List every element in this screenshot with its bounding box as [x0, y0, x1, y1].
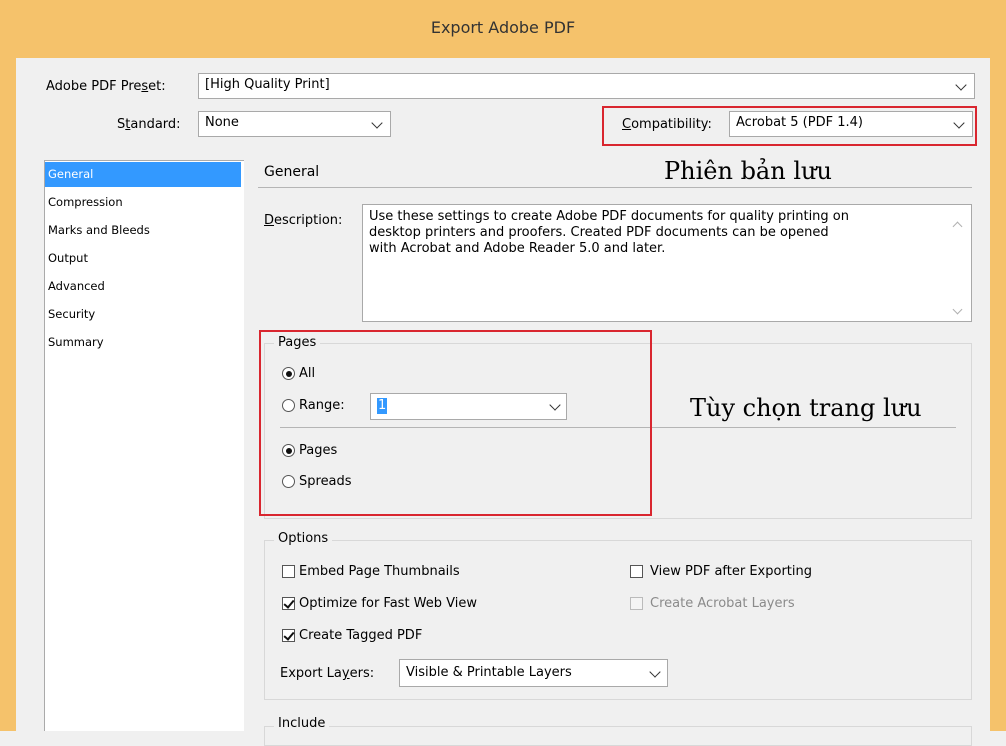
standard-dropdown[interactable]: None [198, 111, 391, 137]
optimize-web-checkbox[interactable] [282, 597, 295, 610]
sidebar-item-marks-and-bleeds[interactable]: Marks and Bleeds [45, 218, 241, 243]
scroll-down-icon[interactable] [952, 304, 963, 315]
window-right-frame [990, 58, 1006, 731]
export-layers-dropdown[interactable]: Visible & Printable Layers [399, 659, 668, 687]
description-line-3: with Acrobat and Adobe Reader 5.0 and la… [369, 241, 666, 256]
preset-dropdown[interactable]: [High Quality Print] [198, 73, 975, 99]
compatibility-value: Acrobat 5 (PDF 1.4) [736, 115, 863, 130]
preset-label: Adobe PDF Preset: [46, 79, 166, 94]
sidebar-item-advanced[interactable]: Advanced [45, 274, 241, 299]
section-divider [258, 187, 972, 188]
version-annotation: Phiên bản lưu [664, 157, 832, 185]
description-box: Use these settings to create Adobe PDF d… [362, 204, 972, 322]
sidebar-item-output[interactable]: Output [45, 246, 241, 271]
chevron-down-icon [955, 79, 967, 91]
sidebar-item-compression[interactable]: Compression [45, 190, 241, 215]
acrobat-layers-label: Create Acrobat Layers [650, 596, 795, 611]
sidebar-item-security[interactable]: Security [45, 302, 241, 327]
export-layers-label: Export Layers: [280, 666, 375, 681]
chevron-down-icon [371, 117, 383, 129]
tagged-pdf-label: Create Tagged PDF [299, 628, 423, 643]
pages-highlight-box [259, 330, 652, 516]
export-layers-value: Visible & Printable Layers [406, 665, 572, 680]
chevron-down-icon [649, 666, 661, 678]
include-group [264, 726, 972, 746]
compatibility-dropdown[interactable]: Acrobat 5 (PDF 1.4) [729, 111, 973, 137]
pages-annotation: Tùy chọn trang lưu [690, 394, 922, 422]
view-after-export-checkbox[interactable] [630, 565, 643, 578]
sidebar: General Compression Marks and Bleeds Out… [44, 160, 244, 731]
compatibility-label: Compatibility: [622, 117, 712, 132]
description-label: Description: [264, 213, 343, 228]
window-left-frame [0, 58, 16, 731]
acrobat-layers-checkbox [630, 597, 643, 610]
view-after-export-label: View PDF after Exporting [650, 564, 812, 579]
title-bar: Export Adobe PDF [0, 0, 1006, 58]
standard-value: None [205, 115, 239, 130]
window-title: Export Adobe PDF [430, 18, 576, 37]
section-title: General [264, 164, 320, 180]
chevron-down-icon [953, 117, 965, 129]
sidebar-item-summary[interactable]: Summary [45, 330, 241, 355]
options-group-title: Options [274, 531, 333, 546]
scroll-up-icon[interactable] [952, 221, 963, 232]
description-line-2: desktop printers and proofers. Created P… [369, 225, 829, 240]
include-group-title: Include [274, 716, 330, 731]
embed-thumbnails-checkbox[interactable] [282, 565, 295, 578]
tagged-pdf-checkbox[interactable] [282, 629, 295, 642]
preset-value: [High Quality Print] [205, 77, 330, 92]
sidebar-item-general[interactable]: General [45, 162, 241, 187]
description-line-1: Use these settings to create Adobe PDF d… [369, 209, 850, 224]
optimize-web-label: Optimize for Fast Web View [299, 596, 478, 611]
embed-thumbnails-label: Embed Page Thumbnails [299, 564, 460, 579]
standard-label: Standard: [117, 117, 181, 132]
